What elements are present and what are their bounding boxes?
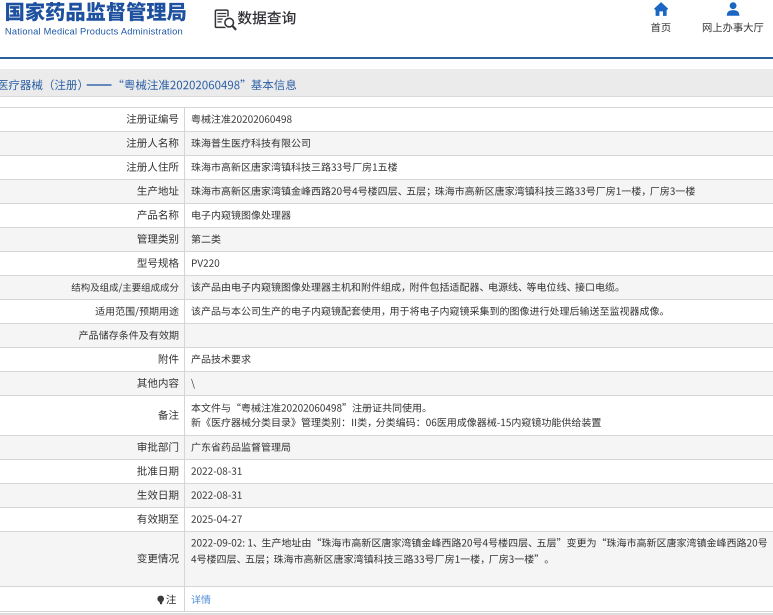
- svg-text:National Medical Products Admi: National Medical Products Administration: [5, 26, 183, 36]
